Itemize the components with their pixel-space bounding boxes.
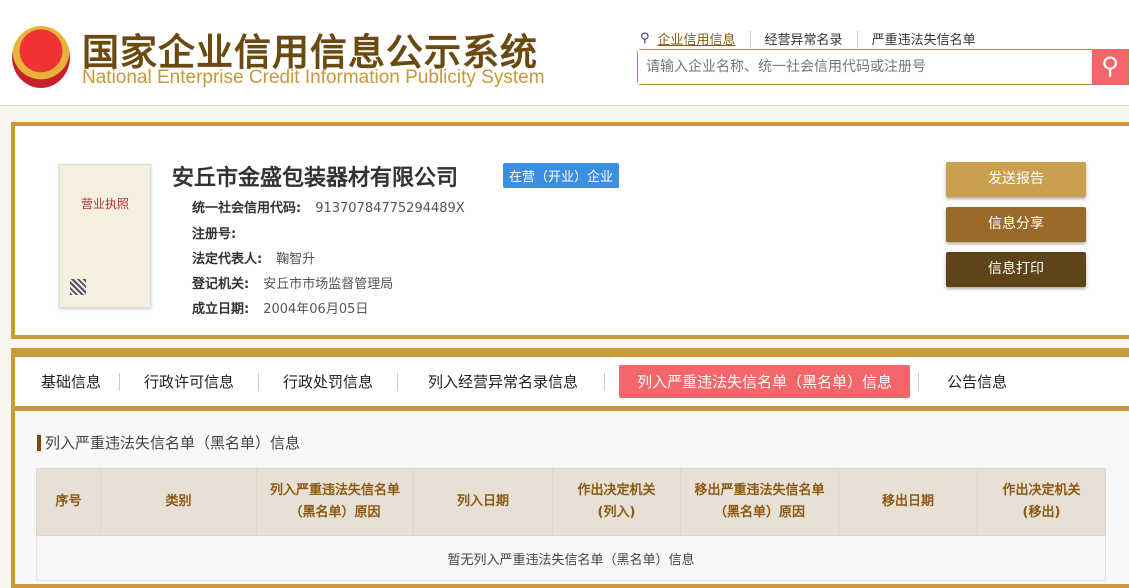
empty-message: 暂无列入严重违法失信名单（黑名单）信息: [36, 535, 1106, 581]
tab-announcement[interactable]: 公告信息: [919, 367, 1035, 396]
field-label: 法定代表人:: [192, 252, 263, 267]
search-input[interactable]: [638, 50, 1093, 84]
share-button[interactable]: 信息分享: [946, 207, 1086, 242]
tab-blacklist[interactable]: 列入严重违法失信名单（黑名单）信息: [619, 365, 911, 398]
field-label: 注册号:: [192, 227, 237, 242]
section-title: 列入严重违法失信名单（黑名单）信息: [37, 435, 300, 451]
field-reg-no: 注册号:: [192, 223, 250, 242]
link-blacklist[interactable]: 严重违法失信名单: [872, 29, 976, 48]
search-icon: ⚲: [1101, 52, 1119, 80]
col-header: 序号: [36, 468, 101, 536]
col-header: 列入日期: [413, 468, 553, 536]
blacklist-table: 序号 类别 列入严重违法失信名单（黑名单）原因 列入日期 作出决定机关(列入) …: [36, 468, 1106, 581]
col-header: 类别: [100, 468, 257, 536]
field-label: 登记机关:: [192, 277, 250, 292]
field-legal-rep: 法定代表人: 鞠智升: [192, 248, 315, 267]
divider: [749, 30, 751, 47]
header: 国家企业信用信息公示系统 National Enterprise Credit …: [0, 0, 1129, 106]
field-label: 成立日期:: [192, 302, 250, 317]
send-report-button[interactable]: 发送报告: [946, 162, 1086, 197]
company-card: 营业执照 安丘市金盛包装器材有限公司 在营（开业）企业 统一社会信用代码: 913…: [11, 122, 1129, 339]
col-header: 移出严重违法失信名单（黑名单）原因: [680, 468, 839, 536]
tab-abnormal[interactable]: 列入经营异常名录信息: [398, 367, 604, 396]
details-card: 基础信息 行政许可信息 行政处罚信息 列入经营异常名录信息 列入严重违法失信名单…: [11, 348, 1129, 588]
field-value: 2004年06月05日: [263, 302, 369, 317]
company-name: 安丘市金盛包装器材有限公司: [172, 166, 459, 191]
national-emblem-icon: [12, 26, 70, 88]
field-value: 91370784775294489X: [315, 201, 465, 216]
license-label: 营业执照: [80, 197, 129, 211]
link-credit-info[interactable]: 企业信用信息: [658, 29, 736, 48]
tab-basic[interactable]: 基础信息: [23, 367, 119, 396]
top-links: ⚲ 企业信用信息 经营异常名录 严重违法失信名单: [640, 29, 976, 48]
field-label: 统一社会信用代码:: [192, 201, 302, 216]
field-established: 成立日期: 2004年06月05日: [192, 298, 368, 317]
field-credit-code: 统一社会信用代码: 91370784775294489X: [192, 197, 465, 216]
business-license-image[interactable]: 营业执照: [59, 164, 151, 308]
search-button[interactable]: ⚲: [1092, 49, 1128, 85]
field-value: 安丘市市场监督管理局: [263, 277, 394, 292]
col-header: 作出决定机关(列入): [552, 468, 681, 536]
tab-bar: 基础信息 行政许可信息 行政处罚信息 列入经营异常名录信息 列入严重违法失信名单…: [15, 357, 1129, 411]
search-small-icon: ⚲: [640, 31, 650, 46]
link-abnormal-list[interactable]: 经营异常名录: [765, 29, 843, 48]
print-button[interactable]: 信息打印: [946, 252, 1086, 287]
tab-penalty[interactable]: 行政处罚信息: [259, 367, 397, 396]
field-value: 鞠智升: [276, 252, 316, 267]
field-authority: 登记机关: 安丘市市场监督管理局: [192, 273, 393, 292]
search-box: ⚲: [637, 49, 1129, 85]
col-header: 作出决定机关(移出): [977, 468, 1106, 536]
tab-license[interactable]: 行政许可信息: [120, 367, 258, 396]
col-header: 移出日期: [838, 468, 978, 536]
status-badge: 在营（开业）企业: [503, 163, 620, 188]
site-title-en: National Enterprise Credit Information P…: [82, 67, 545, 88]
table-header-row: 序号 类别 列入严重违法失信名单（黑名单）原因 列入日期 作出决定机关(列入) …: [36, 468, 1106, 536]
divider: [604, 372, 606, 391]
table-row: 暂无列入严重违法失信名单（黑名单）信息: [36, 535, 1106, 581]
divider: [856, 30, 858, 47]
qr-code-icon: [70, 279, 86, 295]
col-header: 列入严重违法失信名单（黑名单）原因: [256, 468, 414, 536]
